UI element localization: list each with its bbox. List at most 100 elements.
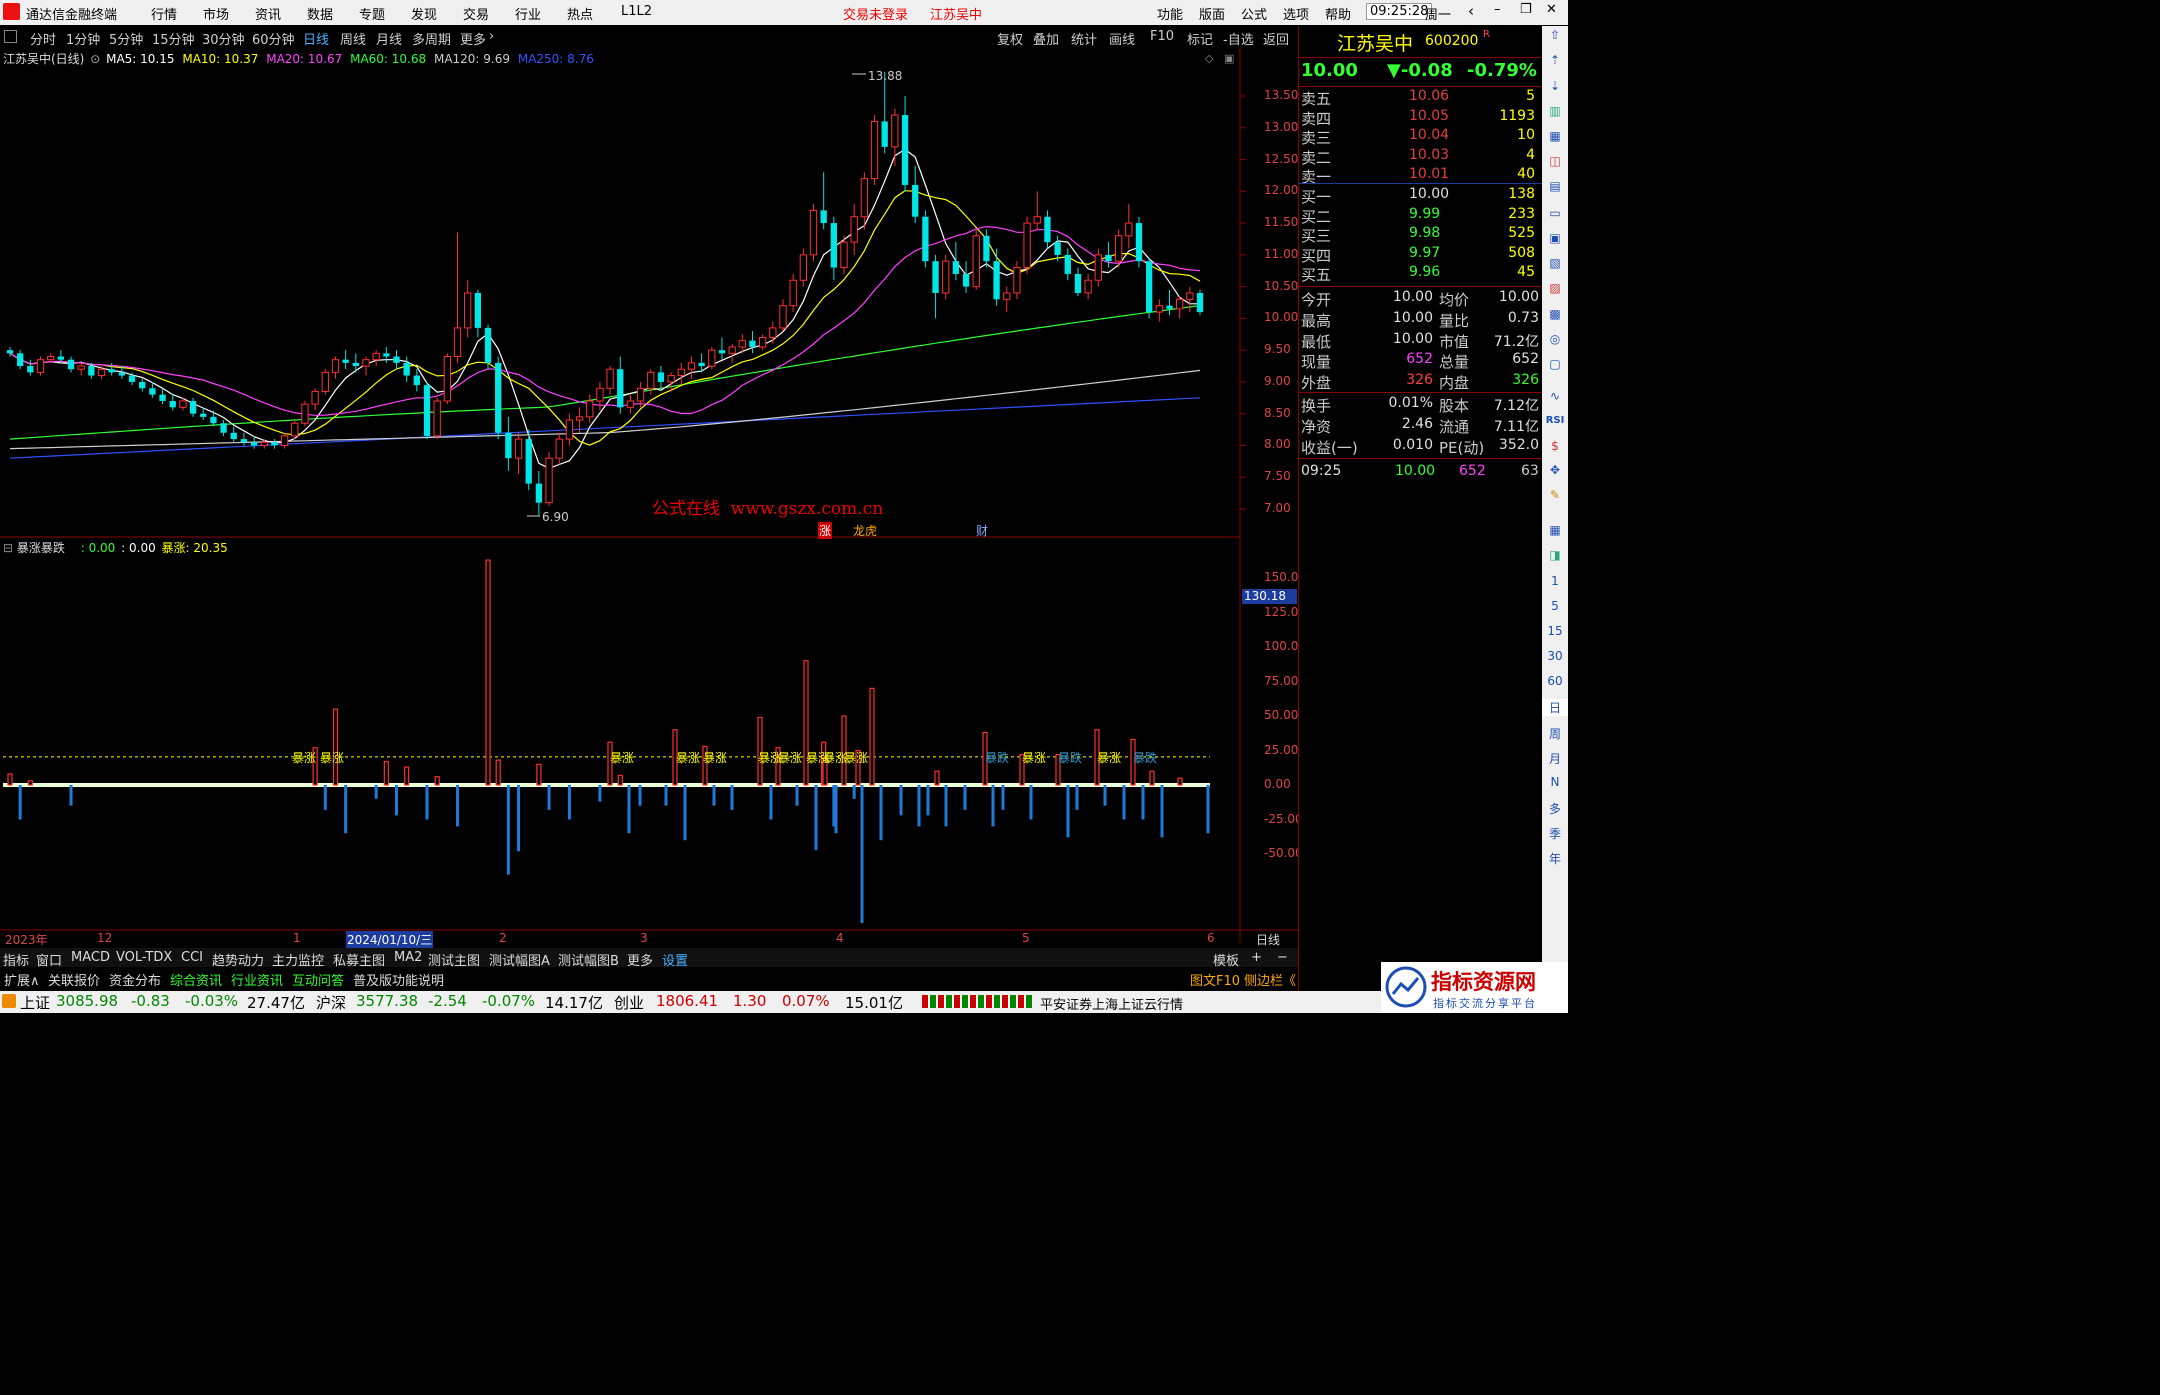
candle-body[interactable] [149, 388, 156, 395]
period-month-button[interactable]: 月 [1542, 750, 1568, 767]
candle-body[interactable] [657, 372, 665, 382]
trend-icon[interactable]: ◫ [1542, 154, 1568, 168]
candle-body[interactable] [240, 439, 248, 443]
candle-body[interactable] [464, 292, 472, 329]
menu-data[interactable]: 数据 [307, 4, 333, 23]
candle-body[interactable] [1074, 273, 1082, 293]
tab-private-main[interactable]: 私募主图 [333, 950, 385, 969]
candle-body[interactable] [575, 416, 584, 421]
tab-f10-graphic[interactable]: 图文F10 [1190, 970, 1240, 989]
tab-expand[interactable]: 扩展∧ [4, 970, 40, 989]
candle-body[interactable] [108, 369, 115, 373]
chart-icon[interactable]: ▥ [1542, 104, 1568, 118]
candle-body[interactable] [636, 387, 645, 402]
compare-icon[interactable]: ◎ [1542, 332, 1568, 346]
event-tag-finance[interactable]: 财 [976, 522, 988, 539]
rsi-button[interactable]: RSI [1542, 415, 1568, 426]
candle-body[interactable] [47, 356, 55, 361]
tab-period-weekly[interactable]: 周线 [340, 29, 366, 48]
tab-test-main[interactable]: 测试主图 [428, 950, 480, 969]
chart-canvas[interactable] [0, 48, 1298, 943]
tab-fund-distribution[interactable]: 资金分布 [109, 970, 161, 989]
period-day-button[interactable]: 日 [1542, 699, 1568, 716]
menu-news[interactable]: 资讯 [255, 4, 281, 23]
candle-body[interactable] [1125, 222, 1133, 237]
fund-icon[interactable]: ▣ [1542, 231, 1568, 245]
bid-price[interactable]: 9.96 [1409, 264, 1440, 280]
candle-body[interactable] [321, 371, 329, 392]
tab-ma2[interactable]: MA2 [394, 950, 422, 965]
menu-hot[interactable]: 热点 [567, 4, 593, 23]
candle-body[interactable] [912, 184, 919, 217]
candle-body[interactable] [870, 120, 879, 180]
menu-options[interactable]: 选项 [1283, 4, 1309, 23]
tab-period-60min[interactable]: 60分钟 [252, 29, 295, 48]
tab-period-timeshare[interactable]: 分时 [30, 29, 56, 48]
candle-body[interactable] [301, 403, 309, 424]
candle-body[interactable] [1033, 216, 1041, 224]
candle-body[interactable] [453, 327, 462, 358]
period-multi-button[interactable]: 多 [1542, 800, 1568, 817]
candle-body[interactable] [57, 356, 65, 360]
f5-icon[interactable]: ▦ [1542, 523, 1568, 537]
tool-stats[interactable]: 统计 [1071, 29, 1097, 48]
report-icon[interactable]: ▨ [1542, 281, 1568, 295]
pencil-icon[interactable]: ✎ [1542, 488, 1568, 502]
candle-body[interactable] [850, 216, 858, 243]
candle-body[interactable] [393, 356, 400, 363]
tab-template[interactable]: 模板 [1213, 950, 1239, 969]
candle-body[interactable] [27, 366, 34, 373]
candle-body[interactable] [799, 254, 807, 281]
candle-body[interactable] [159, 394, 166, 401]
candle-body[interactable] [718, 350, 726, 354]
candle-body[interactable] [97, 368, 106, 377]
event-tag-dragon-tiger[interactable]: 龙虎 [853, 522, 877, 539]
candle-body[interactable] [423, 385, 431, 436]
period-15-button[interactable]: 15 [1542, 624, 1568, 638]
ask-price[interactable]: 10.05 [1409, 108, 1449, 124]
candle-body[interactable] [6, 350, 14, 354]
candle-body[interactable] [1023, 222, 1031, 269]
candle-body[interactable] [1105, 254, 1112, 262]
menu-discover[interactable]: 发现 [411, 4, 437, 23]
tab-period-1min[interactable]: 1分钟 [66, 29, 100, 48]
nav-down-icon[interactable]: ⇣ [1542, 79, 1568, 93]
period-n-button[interactable]: N [1542, 775, 1568, 789]
candle-body[interactable] [555, 438, 563, 459]
candle-body[interactable] [1196, 292, 1204, 313]
news-icon[interactable]: ▭ [1542, 206, 1568, 220]
tab-feature-guide[interactable]: 普及版功能说明 [353, 970, 444, 989]
tool-f10[interactable]: F10 [1150, 29, 1174, 44]
candle-body[interactable] [118, 372, 126, 376]
menu-l1l2[interactable]: L1L2 [621, 4, 652, 19]
tab-trend-power[interactable]: 趋势动力 [212, 950, 264, 969]
nav-up-icon[interactable]: ⇡ [1542, 53, 1568, 67]
candle-body[interactable] [260, 441, 268, 446]
tab-settings[interactable]: 设置 [662, 950, 688, 969]
move-icon[interactable]: ✥ [1542, 463, 1568, 477]
candle-body[interactable] [1114, 235, 1123, 262]
trade-login-status[interactable]: 交易未登录 [843, 4, 908, 23]
tab-test-sub-b[interactable]: 测试幅图B [558, 950, 619, 969]
candle-body[interactable] [1064, 254, 1071, 274]
restore-icon[interactable]: ❐ [1520, 2, 1532, 17]
tool-back[interactable]: 返回 [1263, 29, 1289, 48]
candle-body[interactable] [1003, 292, 1011, 300]
index-hs-name[interactable]: 沪深 [316, 992, 346, 1013]
tool-draw[interactable]: 画线 [1109, 29, 1135, 48]
tool-mark[interactable]: 标记 [1187, 29, 1213, 48]
candle-body[interactable] [1176, 298, 1184, 310]
menu-topics[interactable]: 专题 [359, 4, 385, 23]
candle-body[interactable] [271, 442, 278, 446]
candle-body[interactable] [972, 235, 980, 288]
candle-body[interactable] [230, 432, 237, 440]
candle-body[interactable] [769, 327, 777, 338]
menu-help[interactable]: 帮助 [1325, 4, 1351, 23]
candle-body[interactable] [179, 400, 187, 408]
candle-body[interactable] [738, 340, 746, 348]
tab-period-monthly[interactable]: 月线 [376, 29, 402, 48]
candle-body[interactable] [820, 210, 827, 224]
gauge-icon[interactable]: ▢ [1542, 357, 1568, 371]
candle-body[interactable] [280, 435, 289, 446]
candle-body[interactable] [952, 261, 960, 274]
